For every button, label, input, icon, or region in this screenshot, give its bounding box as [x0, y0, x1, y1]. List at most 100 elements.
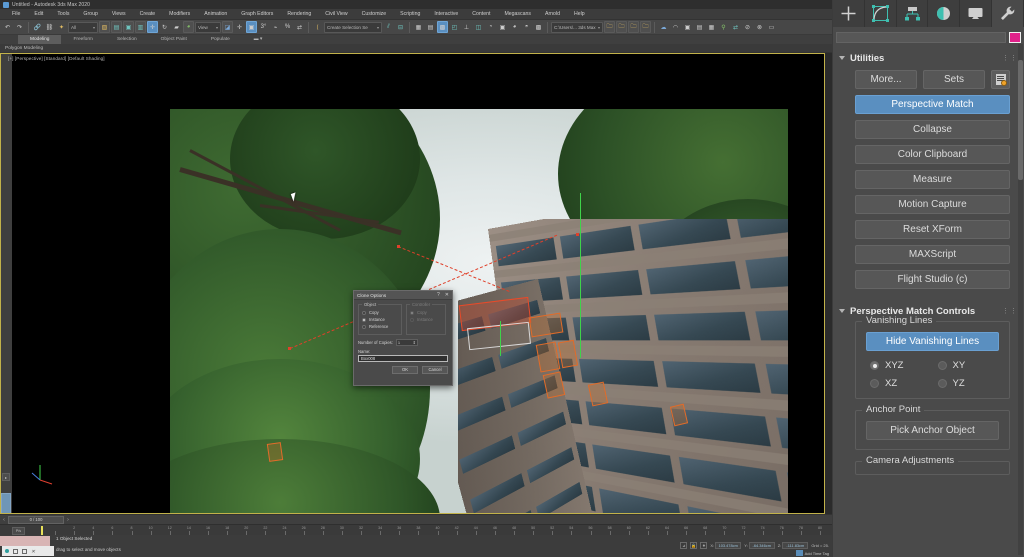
- edit-named-selection-sets-icon[interactable]: %: [282, 21, 293, 33]
- utility-button-collapse[interactable]: Collapse: [855, 120, 1010, 139]
- radio-axis-xy[interactable]: XY: [937, 360, 996, 371]
- clone-options-dialog[interactable]: Clone Options ? ✕ Object Copy Instance R…: [353, 290, 453, 386]
- workspace-dropdown[interactable]: C:\Users\... 3ds Max 2020▾: [551, 21, 603, 33]
- time-slider[interactable]: ‹ 0 / 100 ›: [0, 514, 832, 524]
- render-setup-icon[interactable]: ◔: [485, 21, 496, 33]
- a360-icon[interactable]: ◠: [670, 21, 681, 33]
- selection-filter-dropdown[interactable]: All ▾: [68, 21, 98, 33]
- render-iterative-icon[interactable]: ◓: [521, 21, 532, 33]
- utilities-rollout-header[interactable]: Utilities ⋮⋮: [833, 50, 1024, 66]
- z-coordinate-field[interactable]: Z: -111.83cm: [778, 542, 809, 549]
- max-script-listener-pink[interactable]: [0, 536, 50, 546]
- radio-object-reference[interactable]: Reference: [362, 324, 398, 329]
- menu-item-help[interactable]: Help: [567, 9, 592, 20]
- command-tab-display[interactable]: [960, 0, 993, 27]
- help-icon[interactable]: ⊘: [742, 21, 753, 33]
- select-and-place-icon[interactable]: ◕: [183, 21, 194, 33]
- ok-button[interactable]: OK: [392, 366, 418, 374]
- ribbon-tab-selection[interactable]: Selection: [105, 35, 149, 44]
- y-coordinate-field[interactable]: Y: -64.346cm: [744, 542, 775, 549]
- menu-item-interactive[interactable]: Interactive: [427, 9, 465, 20]
- curve-editor-icon[interactable]: ◰: [449, 21, 460, 33]
- menu-item-civil-view[interactable]: Civil View: [318, 9, 354, 20]
- perspective-viewport[interactable]: [+] [Perspective] [Standard] [Default Sh…: [0, 53, 825, 514]
- viewport-label[interactable]: [+] [Perspective] [Standard] [Default Sh…: [8, 56, 105, 61]
- rendered-frame-window-icon[interactable]: ▣: [497, 21, 508, 33]
- next-frame-icon[interactable]: ›: [64, 517, 72, 523]
- current-frame-indicator[interactable]: 0 / 100: [8, 515, 64, 524]
- menu-item-content[interactable]: Content: [465, 9, 497, 20]
- ribbon-overflow-icon[interactable]: ▬ ▾: [242, 35, 275, 44]
- select-by-name-icon[interactable]: ▤: [111, 21, 122, 33]
- lock-selection-icon[interactable]: 🔒: [690, 542, 698, 549]
- radio-object-copy[interactable]: Copy: [362, 310, 398, 315]
- utility-button-color-clipboard[interactable]: Color Clipboard: [855, 145, 1010, 164]
- object-color-swatch[interactable]: [1009, 31, 1021, 43]
- more-button[interactable]: More...: [855, 70, 917, 89]
- radio-object-instance[interactable]: Instance: [362, 317, 398, 322]
- strip-selection-highlight[interactable]: [1, 493, 11, 514]
- ribbon-tab-freeform[interactable]: Freeform: [61, 35, 104, 44]
- mirror-icon[interactable]: ⫽: [383, 21, 394, 33]
- command-tab-motion[interactable]: [928, 0, 961, 27]
- radio-axis-xz[interactable]: XZ: [870, 378, 928, 389]
- menu-item-tools[interactable]: Tools: [50, 9, 76, 20]
- asset-tracking-icon[interactable]: 🗀: [640, 21, 651, 33]
- use-pivot-point-center-icon[interactable]: ◪: [222, 21, 233, 33]
- open-file-icon[interactable]: 🗀: [616, 21, 627, 33]
- reference-coordinate-system-dropdown[interactable]: View ▾: [195, 21, 221, 33]
- unlink-selection-icon[interactable]: ⛓: [44, 21, 55, 33]
- command-tab-utilities[interactable]: [992, 0, 1024, 27]
- scene-explorer-icon[interactable]: ▤: [425, 21, 436, 33]
- select-and-uniform-scale-icon[interactable]: ▰: [171, 21, 182, 33]
- command-tab-modify[interactable]: [865, 0, 897, 27]
- percent-snap-toggle-icon[interactable]: 3°: [258, 21, 269, 33]
- command-tab-create[interactable]: [833, 0, 865, 27]
- render-in-cloud-icon[interactable]: ▩: [533, 21, 544, 33]
- help-question-icon[interactable]: ?: [437, 292, 440, 298]
- ribbon-tab-object-paint[interactable]: Object Paint: [149, 35, 199, 44]
- select-and-move-icon[interactable]: ✛: [147, 21, 158, 33]
- menu-item-megascans[interactable]: Megascans: [497, 9, 538, 20]
- named-selection-sets-icon[interactable]: ⇄: [294, 21, 305, 33]
- vanishing-line-handle[interactable]: [397, 245, 400, 248]
- command-panel-scrollbar-thumb[interactable]: [1018, 60, 1023, 180]
- menu-item-animation[interactable]: Animation: [197, 9, 234, 20]
- project-folder-icon[interactable]: 🗀: [604, 21, 615, 33]
- cloud-icon[interactable]: ☁: [658, 21, 669, 33]
- absolute-mode-transform-icon[interactable]: ⊿: [680, 542, 688, 549]
- add-time-tag-group[interactable]: Add Time Tag: [795, 550, 829, 556]
- info-icon[interactable]: ⊗: [754, 21, 765, 33]
- named-selection-icon[interactable]: ⟨: [312, 21, 323, 33]
- bind-to-space-warp-icon[interactable]: ✦: [56, 21, 67, 33]
- spinner-arrows-icon[interactable]: ⇕: [413, 340, 416, 345]
- track-bar[interactable]: P/s 2 4 6 8 10 12 14 16 18 20 22 24 26 28 30 32 34 36 38 40…: [0, 524, 832, 535]
- utility-button-maxscript[interactable]: MAXScript: [855, 245, 1010, 264]
- save-file-icon[interactable]: 🗀: [628, 21, 639, 33]
- redo-icon[interactable]: ↷: [14, 21, 25, 33]
- maxscript-mini-listener[interactable]: ✕: [2, 546, 54, 556]
- ribbon-tab-modeling[interactable]: Modeling: [18, 35, 62, 44]
- utility-button-perspective-match[interactable]: Perspective Match: [855, 95, 1010, 114]
- layout-icon[interactable]: ▣: [682, 21, 693, 33]
- menu-item-edit[interactable]: Edit: [27, 9, 50, 20]
- schematic-view-icon[interactable]: ⊥: [461, 21, 472, 33]
- menu-item-graph-editors[interactable]: Graph Editors: [234, 9, 280, 20]
- isolate-selection-icon[interactable]: ✷: [700, 542, 708, 549]
- scene-box[interactable]: [266, 442, 284, 462]
- number-of-copies-spinner[interactable]: 1 ⇕: [395, 339, 418, 346]
- dialog-title-bar[interactable]: Clone Options ? ✕: [354, 291, 452, 300]
- select-and-link-icon[interactable]: 🔗: [32, 21, 43, 33]
- maximize-icon[interactable]: ▭: [766, 21, 777, 33]
- radio-axis-xyz[interactable]: XYZ: [870, 360, 928, 371]
- z-value[interactable]: -111.83cm: [782, 542, 809, 549]
- exchange-icon[interactable]: ⇄: [730, 21, 741, 33]
- prev-frame-icon[interactable]: ‹: [0, 517, 8, 523]
- snaps-toggle-icon[interactable]: ✛: [234, 21, 245, 33]
- sets-button[interactable]: Sets: [923, 70, 985, 89]
- vanishing-line-handle[interactable]: [576, 233, 579, 236]
- close-x-icon[interactable]: ✕: [445, 292, 449, 298]
- grid-icon[interactable]: ▦: [706, 21, 717, 33]
- vanishing-line-handle[interactable]: [288, 347, 291, 350]
- select-and-rotate-icon[interactable]: ↻: [159, 21, 170, 33]
